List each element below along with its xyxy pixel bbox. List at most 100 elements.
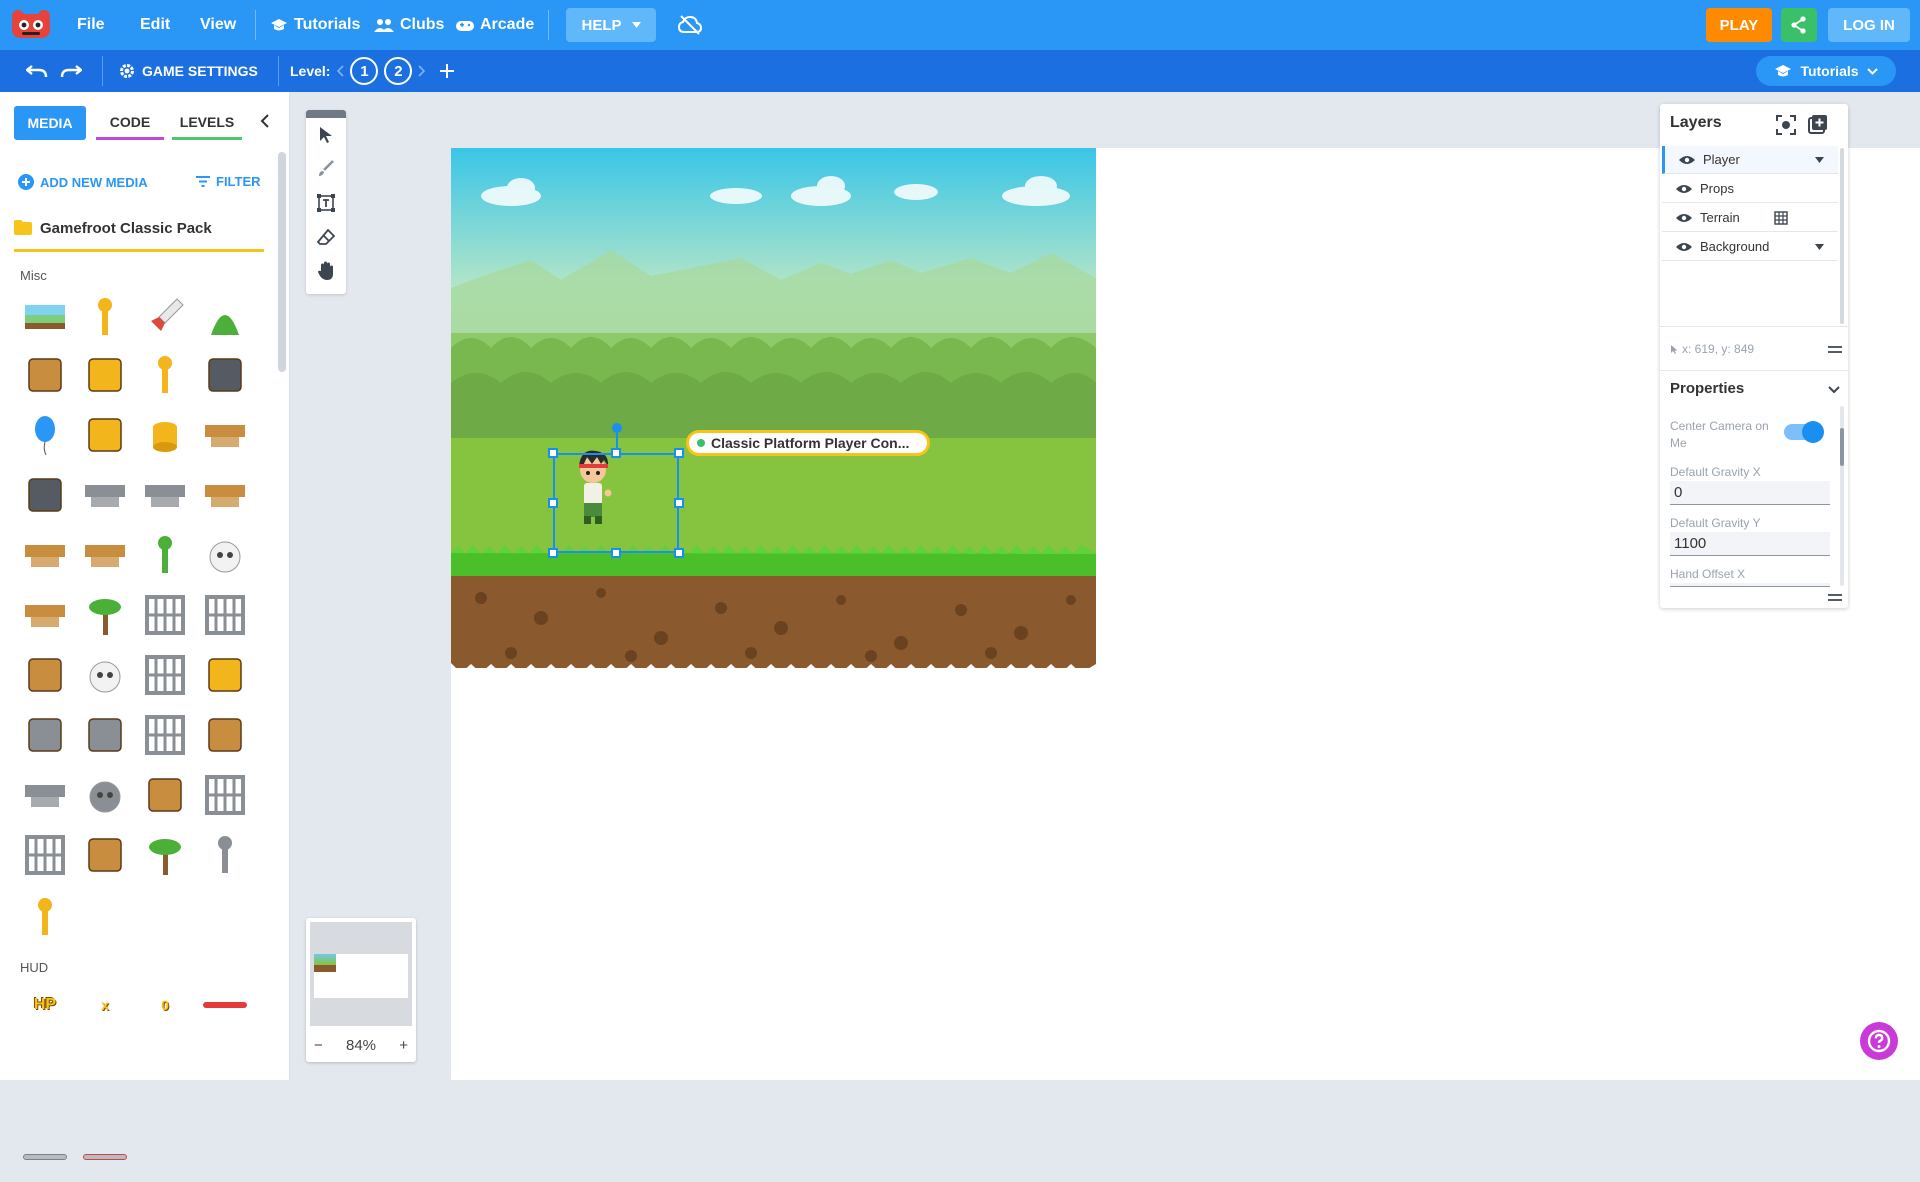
menu-file[interactable]: File <box>77 0 105 50</box>
zoom-in-button[interactable]: + <box>399 1037 408 1054</box>
boulder-asset-tile[interactable] <box>80 770 130 820</box>
house-asset-tile[interactable] <box>20 470 70 520</box>
wood-ledge-asset-tile[interactable] <box>200 470 250 520</box>
add-layer-icon[interactable] <box>1808 114 1828 134</box>
barrel-asset-tile[interactable] <box>20 650 70 700</box>
eye-icon[interactable] <box>1676 184 1692 194</box>
menu-view[interactable]: View <box>200 0 236 50</box>
palm-tree-asset-tile[interactable] <box>140 830 190 880</box>
select-tool[interactable] <box>306 118 346 152</box>
help-fab[interactable] <box>1860 1022 1898 1060</box>
grate-asset-tile[interactable] <box>140 590 190 640</box>
share-button[interactable] <box>1781 8 1817 42</box>
stone-block-asset-tile[interactable] <box>80 710 130 760</box>
help-button[interactable]: HELP <box>566 8 656 42</box>
girder-asset-tile[interactable] <box>200 770 250 820</box>
eye-icon[interactable] <box>1679 155 1695 165</box>
tutorials-select[interactable]: Tutorials <box>1756 56 1896 86</box>
filter-button[interactable]: FILTER <box>196 174 261 189</box>
resize-handle-w[interactable] <box>548 498 558 508</box>
chevron-left-icon[interactable] <box>336 65 345 77</box>
collapse-panel-icon[interactable] <box>260 114 269 128</box>
rotation-handle[interactable] <box>612 423 622 433</box>
menu-edit[interactable]: Edit <box>140 0 170 50</box>
layer-row-terrain[interactable]: Terrain <box>1662 204 1838 232</box>
resize-handle-s[interactable] <box>611 548 621 558</box>
cloud-offline-icon[interactable] <box>678 15 702 35</box>
zoom-out-button[interactable]: − <box>314 1037 323 1054</box>
gamefroot-logo[interactable] <box>10 8 52 42</box>
stone-ledge-3-asset-tile[interactable] <box>20 770 70 820</box>
minimap-view[interactable] <box>310 922 412 1026</box>
hud-x-tile[interactable]: x <box>80 980 130 1030</box>
stone-ledge-2-asset-tile[interactable] <box>140 470 190 520</box>
bridge-asset-tile[interactable] <box>140 650 190 700</box>
flower-asset-tile[interactable] <box>140 530 190 580</box>
text-box-tool[interactable] <box>306 186 346 220</box>
add-new-media-button[interactable]: ADD NEW MEDIA <box>18 174 148 190</box>
resize-handle-n[interactable] <box>611 448 621 458</box>
hand-offset-x-field[interactable] <box>1670 583 1830 587</box>
treasure-chest-asset-tile[interactable] <box>20 350 70 400</box>
minimap[interactable]: − 84% + <box>306 918 416 1062</box>
login-button[interactable]: LOG IN <box>1828 8 1910 42</box>
layer-row-props[interactable]: Props <box>1662 175 1838 203</box>
brush-tool[interactable] <box>306 152 346 186</box>
resize-handle-se[interactable] <box>674 548 684 558</box>
stopwatch-asset-tile[interactable] <box>140 350 190 400</box>
green-barrel-asset-tile[interactable] <box>80 830 130 880</box>
bridge-2-asset-tile[interactable] <box>140 710 190 760</box>
resize-handle-sw[interactable] <box>548 548 558 558</box>
hud-bar-tile[interactable] <box>20 1132 70 1182</box>
properties-scrollbar[interactable] <box>1840 406 1844 586</box>
layer-row-player[interactable]: Player <box>1662 146 1838 174</box>
selection-box[interactable] <box>553 453 679 553</box>
hay-bale-asset-tile[interactable] <box>200 650 250 700</box>
hud-hp-tile[interactable]: HP <box>20 980 70 1030</box>
scrollbar-thumb[interactable] <box>1840 428 1844 466</box>
tutorials-link[interactable]: Tutorials <box>270 0 360 50</box>
drag-handle-icon[interactable] <box>1828 594 1842 601</box>
resize-handle-ne[interactable] <box>674 448 684 458</box>
level-1-button[interactable]: 1 <box>350 57 379 85</box>
feather-asset-tile[interactable] <box>200 350 250 400</box>
hud-health-bar-tile[interactable] <box>200 980 250 1030</box>
chevron-down-icon[interactable] <box>1828 386 1840 394</box>
crate-asset-tile[interactable] <box>140 770 190 820</box>
eraser-tool[interactable] <box>306 220 346 254</box>
green-slime-asset-tile[interactable] <box>200 292 250 342</box>
caret-down-icon[interactable] <box>1815 243 1824 250</box>
resize-handle-nw[interactable] <box>548 448 558 458</box>
grate-2-asset-tile[interactable] <box>200 590 250 640</box>
layer-list-scrollbar[interactable] <box>1840 148 1844 324</box>
trophy-asset-tile[interactable] <box>80 292 130 342</box>
wood-ledge-2-asset-tile[interactable] <box>80 530 130 580</box>
clubs-link[interactable]: Clubs <box>374 0 444 50</box>
pack-folder[interactable]: Gamefroot Classic Pack <box>14 220 264 252</box>
object-name-tag[interactable]: Classic Platform Player Con... <box>686 430 930 456</box>
hud-zero-tile[interactable]: 0 <box>140 980 190 1030</box>
tombstone-asset-tile[interactable] <box>20 710 70 760</box>
stone-ledge-asset-tile[interactable] <box>80 470 130 520</box>
snowman-asset-tile[interactable] <box>200 530 250 580</box>
grid-icon[interactable] <box>1774 210 1788 225</box>
wood-platform-asset-tile[interactable] <box>20 590 70 640</box>
mystery-box-asset-tile[interactable] <box>80 410 130 460</box>
drag-handle-icon[interactable] <box>1828 346 1842 353</box>
hud-bar-tile[interactable] <box>80 1132 130 1182</box>
eye-icon[interactable] <box>1676 213 1692 223</box>
statue-asset-tile[interactable] <box>200 830 250 880</box>
bridge-3-asset-tile[interactable] <box>20 830 70 880</box>
balloon-asset-tile[interactable] <box>20 410 70 460</box>
hand-tool[interactable] <box>306 254 346 288</box>
redo-button[interactable] <box>60 50 82 92</box>
dead-tree-asset-tile[interactable] <box>80 590 130 640</box>
scene-thumb-asset-tile[interactable] <box>20 292 70 342</box>
rocket-asset-tile[interactable] <box>140 292 190 342</box>
play-button[interactable]: PLAY <box>1706 8 1772 42</box>
coin-stack-asset-tile[interactable] <box>140 410 190 460</box>
panel-scrollbar[interactable] <box>278 152 286 372</box>
skull-asset-tile[interactable] <box>80 650 130 700</box>
spikes-asset-tile[interactable] <box>80 350 130 400</box>
gravity-x-field[interactable]: 0 <box>1670 481 1830 505</box>
